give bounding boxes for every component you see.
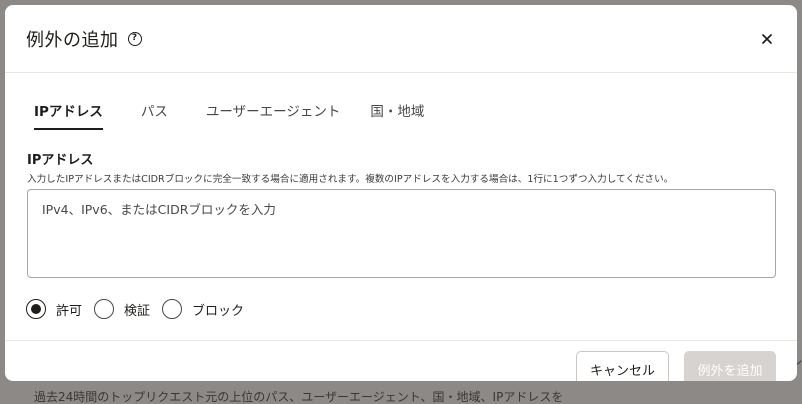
dialog-footer	[5, 340, 797, 381]
background-page-text: 過去24時間のトップリクエスト元の上位のパス、ユーザーエージェント、国・地域、I…	[34, 390, 564, 404]
ip-field-description: 入力したIPアドレスまたはCIDRブロックに完全一致する場合に適用されます。複数…	[27, 174, 674, 185]
tab-user-agent[interactable]: ユーザーエージェント	[198, 100, 348, 130]
radio-allow[interactable]: 許可	[26, 299, 82, 319]
cancel-button[interactable]: キャンセル	[576, 351, 669, 381]
ip-address-input[interactable]	[27, 189, 776, 278]
help-icon[interactable]: ?	[127, 31, 142, 46]
tab-bar: IPアドレス パス ユーザーエージェント 国・地域	[26, 100, 432, 130]
close-icon	[762, 34, 772, 44]
dialog-header: 例外の追加 ?	[5, 5, 797, 73]
tab-ip-address[interactable]: IPアドレス	[26, 100, 111, 130]
radio-allow-label: 許可	[56, 303, 83, 319]
radio-verify[interactable]: 検証	[94, 299, 150, 319]
tab-country-region[interactable]: 国・地域	[362, 100, 432, 130]
radio-block-circle[interactable]	[162, 299, 183, 319]
radio-verify-label: 検証	[124, 303, 151, 319]
add-exception-button[interactable]: 例外を追加	[684, 351, 776, 381]
radio-block[interactable]: ブロック	[162, 299, 244, 319]
add-exception-dialog: 例外の追加 ? IPアドレス パス ユーザーエージェント 国・地域 IPアドレス…	[5, 5, 797, 381]
action-radio-group: 許可 検証 ブロック	[26, 299, 256, 319]
radio-verify-circle[interactable]	[94, 299, 115, 319]
close-button[interactable]	[757, 29, 777, 49]
dialog-title: 例外の追加	[26, 29, 119, 51]
radio-block-label: ブロック	[192, 303, 245, 319]
radio-allow-circle[interactable]	[26, 299, 46, 319]
ip-field-label: IPアドレス	[27, 153, 94, 168]
tab-path[interactable]: パス	[133, 100, 176, 130]
